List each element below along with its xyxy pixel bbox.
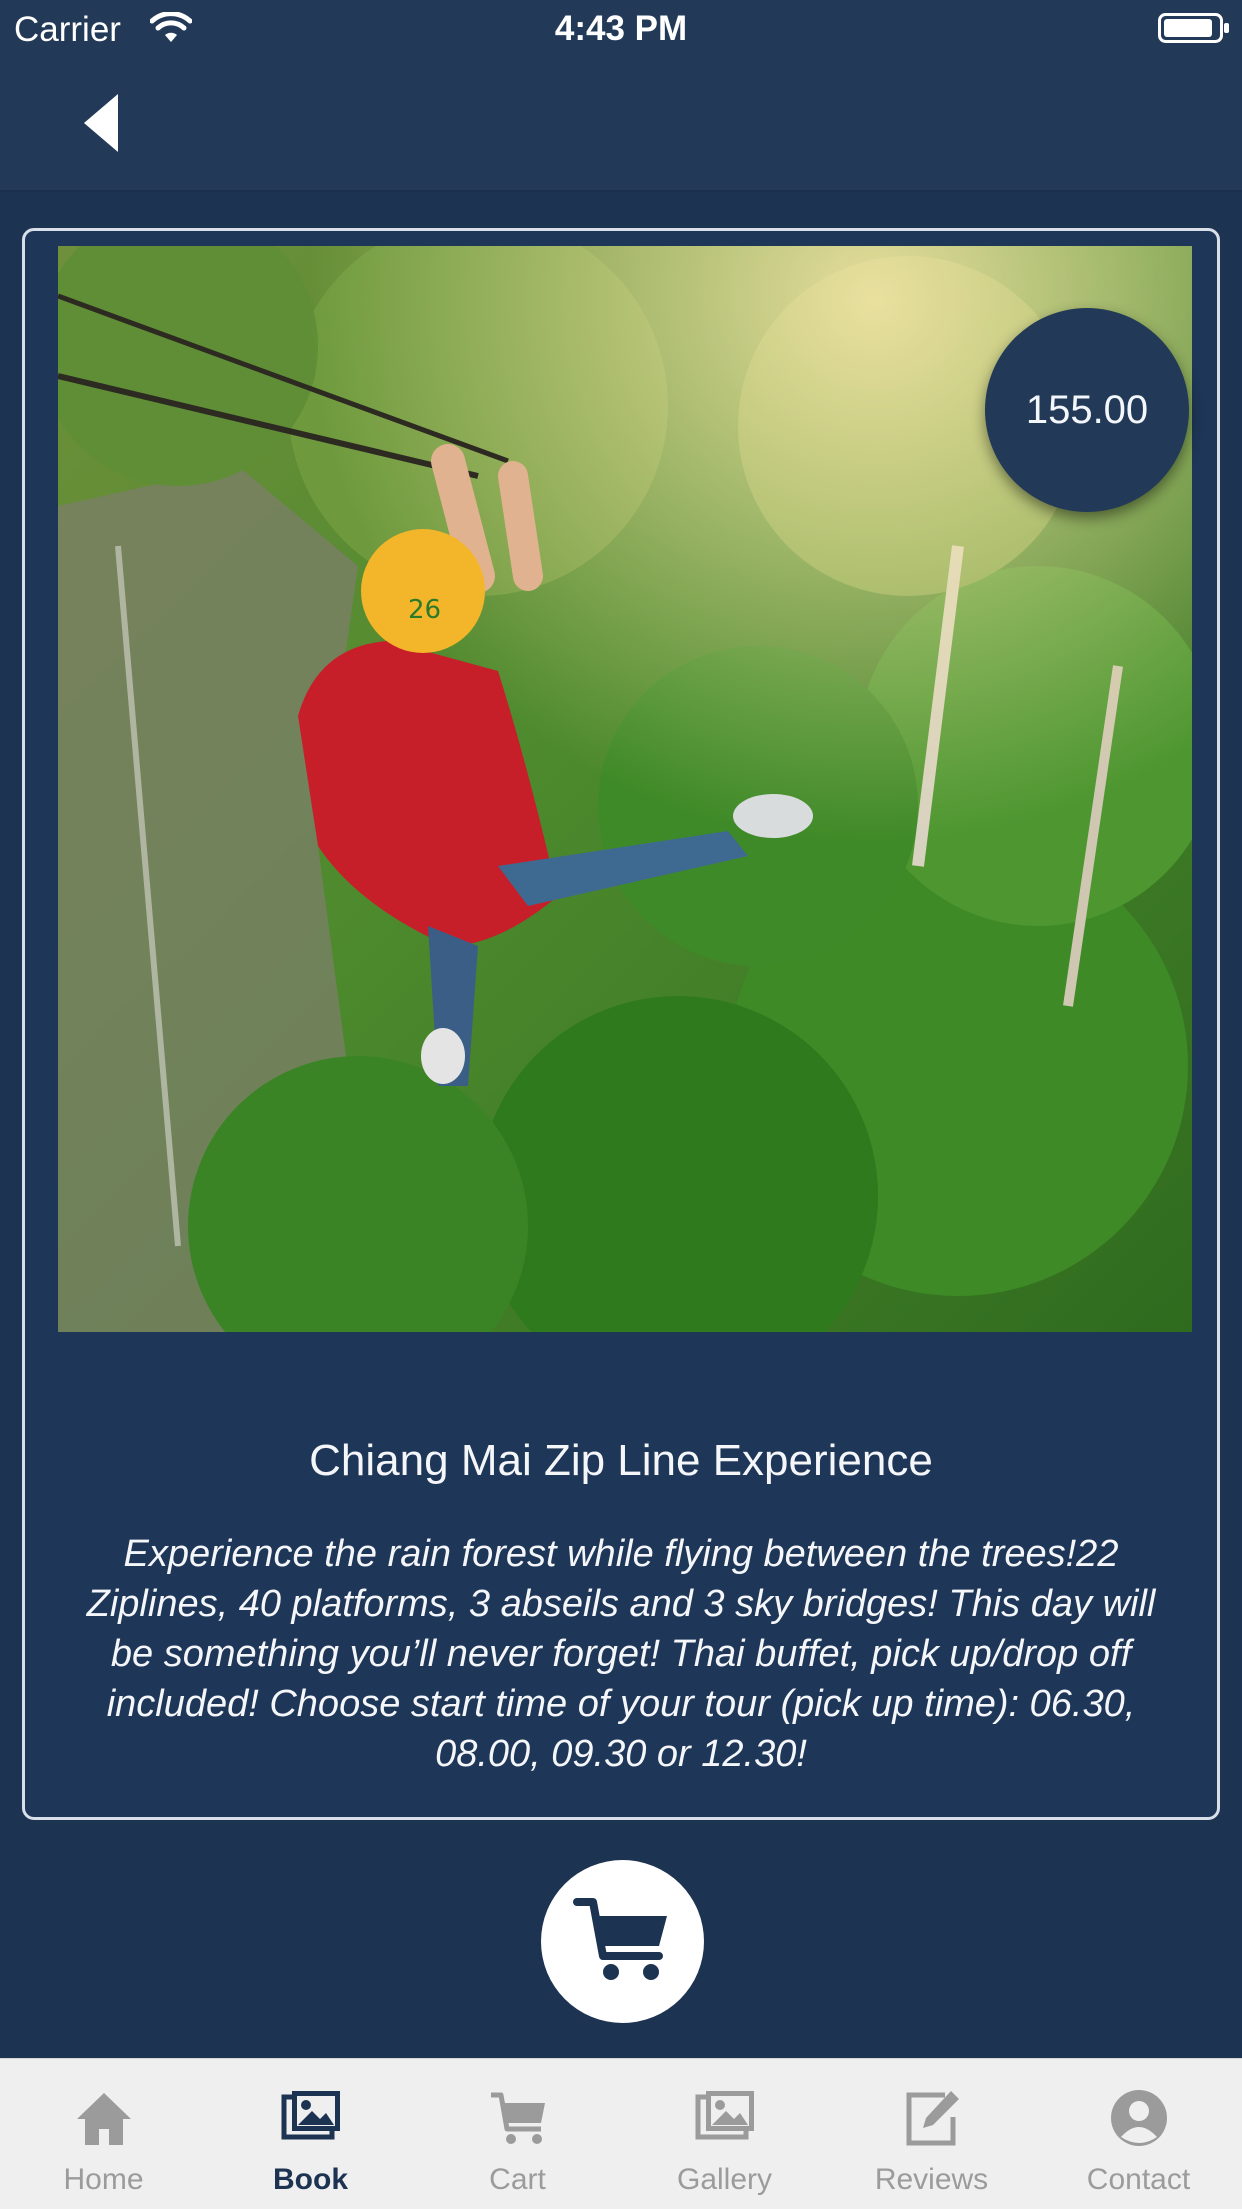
reviews-icon [906,2091,959,2146]
cart-icon [572,1897,667,1980]
add-to-cart-button[interactable] [541,1860,704,2023]
gallery-icon [695,2091,754,2140]
tour-description: Experience the rain forest while flying … [86,1533,1156,1775]
battery-icon [1158,13,1229,43]
book-icon [281,2091,340,2140]
cart-icon [491,2092,545,2144]
home-icon [77,2093,131,2145]
tab-label: Book [273,2163,348,2196]
navigation-bar [0,58,1242,190]
svg-text:26: 26 [408,595,441,625]
tour-card[interactable]: 26 155.00 Chiang Mai Zip Line Experience… [22,228,1220,1820]
tab-home[interactable]: Home [0,2059,207,2209]
tab-contact[interactable]: Contact [1035,2059,1242,2209]
tab-reviews[interactable]: Reviews [828,2059,1035,2209]
tour-title: Chiang Mai Zip Line Experience [309,1436,933,1485]
tab-cart[interactable]: Cart [414,2059,621,2209]
chevron-left-icon [84,94,118,152]
tab-book[interactable]: Book [207,2059,414,2209]
tab-label: Contact [1086,2163,1191,2196]
price-badge: 155.00 [985,308,1189,512]
tab-label: Home [63,2163,144,2196]
back-button[interactable] [78,88,128,158]
contact-icon [1111,2090,1167,2146]
status-time: 4:43 PM [554,9,688,48]
tab-bar: Home Book Cart Gallery Reviews Contact [0,2058,1242,2209]
tab-gallery[interactable]: Gallery [621,2059,828,2209]
tab-label: Gallery [676,2163,773,2196]
tab-label: Cart [489,2163,546,2196]
status-bar: Carrier 4:43 PM [0,0,1242,58]
tab-label: Reviews [874,2163,989,2196]
